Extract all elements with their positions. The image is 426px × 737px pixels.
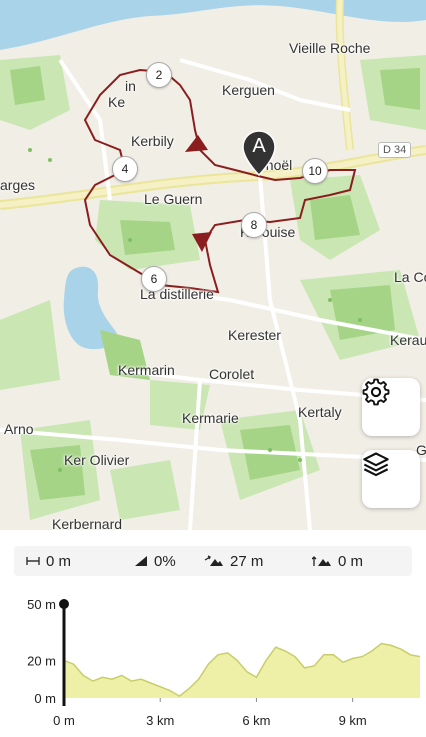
place-label: Vieille Roche xyxy=(289,40,371,56)
place-label: Kermarin xyxy=(118,362,175,378)
place-label: arges xyxy=(0,177,36,193)
x-tick-label: 9 km xyxy=(339,713,367,728)
position-cursor-handle[interactable] xyxy=(59,599,69,609)
gradient-value: 0% xyxy=(154,552,176,570)
x-tick-label: 0 m xyxy=(53,713,75,728)
place-label: Kerester xyxy=(228,327,281,343)
waypoint-marker[interactable]: 6 xyxy=(141,266,167,292)
place-label: Corolet xyxy=(209,366,255,382)
waypoint-marker[interactable]: 2 xyxy=(146,62,172,88)
waypoint-marker[interactable]: 8 xyxy=(241,212,267,238)
x-tick-label: 3 km xyxy=(146,713,174,728)
place-label: Kerbily xyxy=(131,133,174,149)
route-stats-bar: 0 m 0% 27 m 0 m xyxy=(14,546,412,576)
gear-icon xyxy=(362,378,390,406)
descent-stat: 0 m xyxy=(312,553,363,570)
place-label: La Co xyxy=(394,269,426,285)
elevation-chart: 50 m 20 m 0 m 0 m 3 km 6 km 9 km xyxy=(27,597,421,728)
descent-value: 0 m xyxy=(338,552,364,570)
gradient-stat: 0% xyxy=(134,553,176,570)
y-tick-label: 0 m xyxy=(34,691,56,706)
distance-icon xyxy=(26,557,40,565)
road-shield: D 34 xyxy=(378,142,412,158)
ascent-stat: 27 m xyxy=(204,553,263,570)
ascent-value: 27 m xyxy=(230,552,264,570)
place-label: Ker Olivier xyxy=(64,452,130,468)
place-label: Ke xyxy=(108,94,126,110)
place-label: in xyxy=(125,78,136,94)
distance-stat: 0 m xyxy=(26,553,71,570)
layers-button[interactable] xyxy=(362,450,420,508)
place-label: Arno xyxy=(4,421,34,437)
y-tick-label: 20 m xyxy=(27,653,56,668)
slope-icon xyxy=(135,556,147,566)
waypoint-marker[interactable]: 10 xyxy=(302,158,328,184)
settings-button[interactable] xyxy=(362,378,420,436)
place-label: Kertaly xyxy=(298,404,342,420)
start-marker-label: A xyxy=(252,135,266,157)
waypoint-marker[interactable]: 4 xyxy=(112,156,138,182)
x-tick-label: 6 km xyxy=(242,713,270,728)
elevation-area xyxy=(64,643,420,698)
place-label: Kerguen xyxy=(222,82,275,98)
elevation-profile[interactable]: 50 m 20 m 0 m 0 m 3 km 6 km 9 km xyxy=(0,586,426,732)
place-label: Kerau xyxy=(390,332,426,348)
start-marker[interactable]: A xyxy=(242,130,276,176)
ascent-icon xyxy=(204,555,223,566)
map-view[interactable]: Vieille Roche Kerguen Ke in Kerbily arge… xyxy=(0,0,426,530)
place-label: Kerbernard xyxy=(52,516,123,530)
place-label: Kermarie xyxy=(182,410,239,426)
descent-icon xyxy=(312,556,331,566)
place-label: Le Guern xyxy=(144,191,203,207)
layers-icon xyxy=(363,452,389,477)
distance-value: 0 m xyxy=(46,552,72,570)
y-tick-label: 50 m xyxy=(27,597,56,612)
